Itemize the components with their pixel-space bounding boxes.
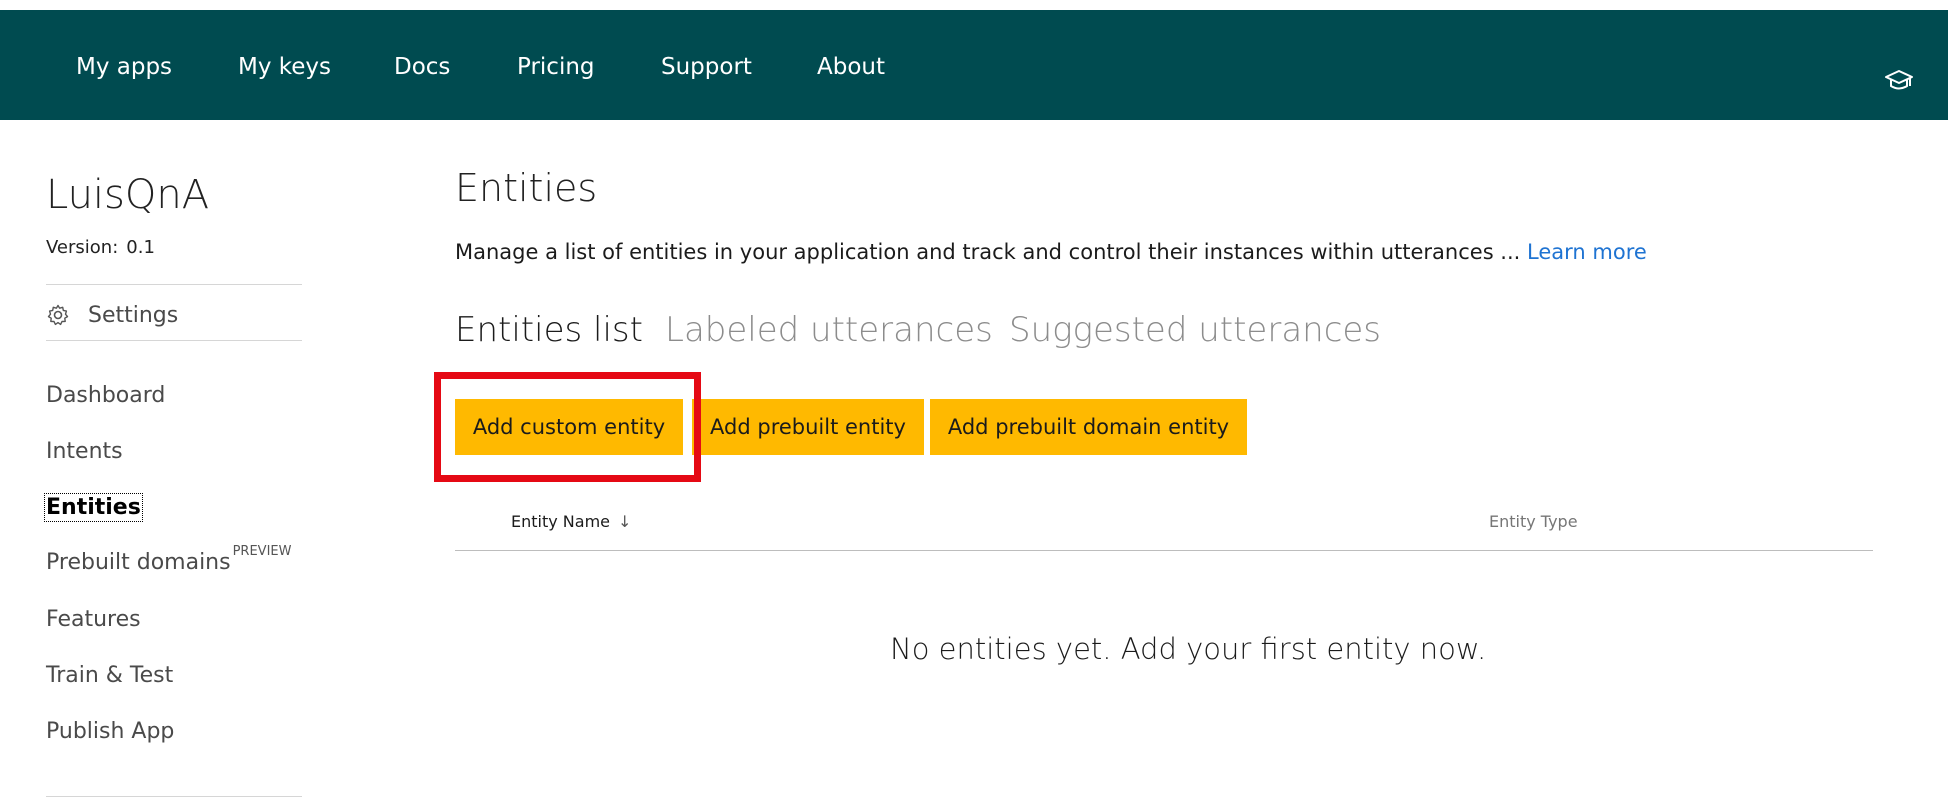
sidebar-item-entities[interactable]: Entities: [44, 493, 143, 522]
tab-suggested-utterances[interactable]: Suggested utterances: [1009, 310, 1381, 350]
nav-my-keys[interactable]: My keys: [238, 54, 331, 80]
page-title: Entities: [455, 166, 598, 210]
description-text: Manage a list of entities in your applic…: [455, 240, 1521, 264]
sort-down-arrow-icon: ↓: [618, 512, 632, 531]
sidebar-divider: [46, 340, 302, 341]
settings-link[interactable]: Settings: [46, 300, 178, 330]
sidebar-item-label: Prebuilt domains: [46, 550, 231, 575]
app-name: LuisQnA: [46, 172, 210, 218]
empty-state-message: No entities yet. Add your first entity n…: [890, 632, 1487, 666]
version-label: Version:: [46, 237, 119, 258]
sidebar-item-intents[interactable]: Intents: [46, 439, 123, 464]
column-header-entity-type[interactable]: Entity Type: [1489, 512, 1578, 531]
tab-entities-list[interactable]: Entities list: [455, 310, 643, 350]
learn-more-link[interactable]: Learn more: [1527, 240, 1647, 264]
sidebar-item-publish-app[interactable]: Publish App: [46, 719, 174, 744]
nav-docs[interactable]: Docs: [394, 54, 450, 80]
column-header-entity-name[interactable]: Entity Name ↓: [511, 512, 631, 531]
sidebar-item-features[interactable]: Features: [46, 607, 141, 632]
table-header-divider: [455, 550, 1873, 551]
top-nav-bar: My apps My keys Docs Pricing Support Abo…: [0, 10, 1948, 120]
graduation-cap-icon[interactable]: [1884, 68, 1914, 94]
sidebar-divider: [46, 284, 302, 285]
add-prebuilt-entity-button[interactable]: Add prebuilt entity: [692, 399, 924, 455]
highlight-annotation-box: [434, 372, 701, 482]
nav-about[interactable]: About: [817, 54, 885, 80]
tab-labeled-utterances[interactable]: Labeled utterances: [665, 310, 993, 350]
page-description: Manage a list of entities in your applic…: [455, 240, 1647, 264]
preview-badge: PREVIEW: [232, 544, 292, 559]
app-version: Version: 0.1: [46, 237, 155, 258]
nav-pricing[interactable]: Pricing: [517, 54, 595, 80]
sidebar-item-dashboard[interactable]: Dashboard: [46, 383, 165, 408]
version-value: 0.1: [126, 237, 155, 258]
sidebar-item-train-test[interactable]: Train & Test: [46, 663, 173, 688]
sidebar-item-prebuilt-domains[interactable]: Prebuilt domains PREVIEW: [46, 544, 291, 575]
gear-icon: [46, 303, 70, 327]
nav-my-apps[interactable]: My apps: [76, 54, 172, 80]
column-label: Entity Name: [511, 512, 610, 531]
nav-support[interactable]: Support: [661, 54, 752, 80]
sidebar-divider: [46, 796, 302, 797]
settings-label: Settings: [88, 302, 179, 328]
add-prebuilt-domain-entity-button[interactable]: Add prebuilt domain entity: [930, 399, 1247, 455]
